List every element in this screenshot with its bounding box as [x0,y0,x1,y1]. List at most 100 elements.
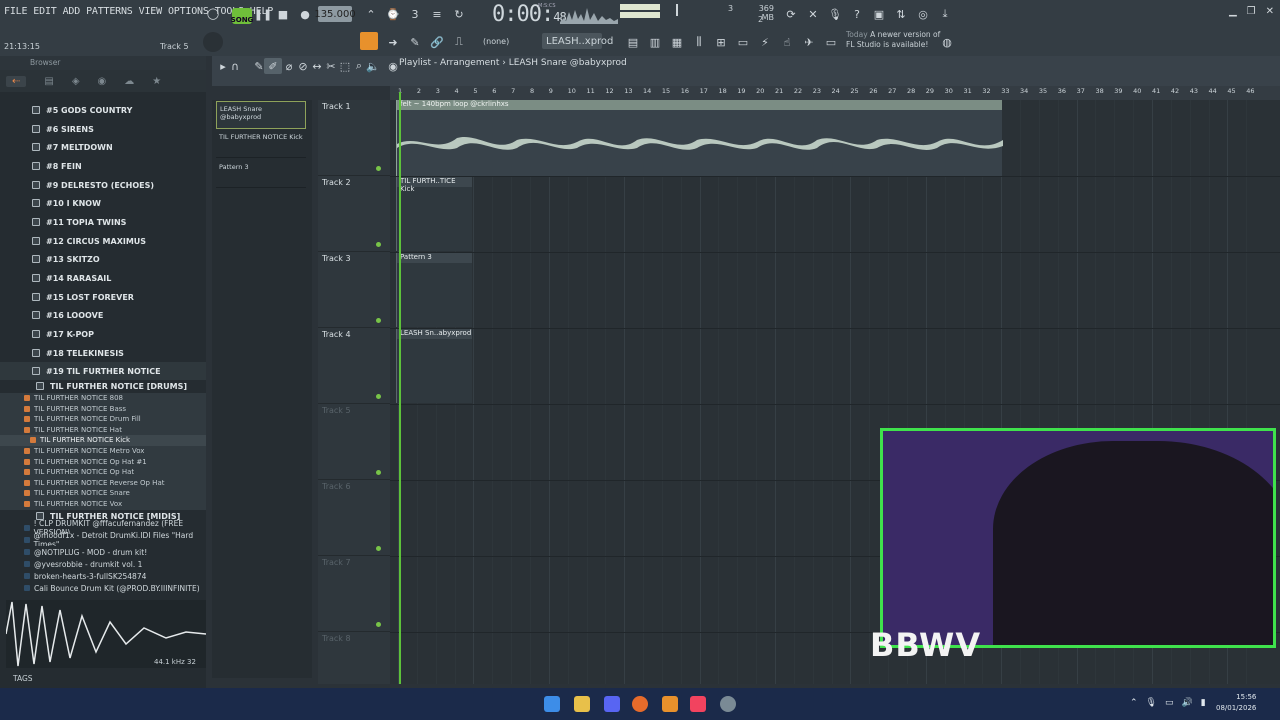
countdown-icon[interactable]: 3 [406,6,424,22]
tab-samples-icon[interactable]: ◉ [98,76,107,87]
browser-folder[interactable]: #10 I KNOW [0,194,206,212]
maximize-icon[interactable]: ❐ [1247,6,1256,17]
start-icon[interactable] [544,696,560,712]
browser-file[interactable]: TIL FURTHER NOTICE Vox [0,499,206,510]
browser-file[interactable]: TIL FURTHER NOTICE Metro Vox [0,446,206,457]
download-icon[interactable]: ⤓ [936,6,954,22]
browser-file-selected[interactable]: TIL FURTHER NOTICE Kick [0,435,206,446]
track-active-led[interactable] [376,470,381,475]
track-header[interactable]: Track 6 [318,480,390,556]
browser-file[interactable]: TIL FURTHER NOTICE 808 [0,393,206,404]
plugin-picker-icon[interactable]: ⚡ [756,34,774,50]
track-active-led[interactable] [376,394,381,399]
browser-file[interactable]: TIL FURTHER NOTICE Drum Fill [0,414,206,425]
browser-folder[interactable]: #14 RARASAIL [0,269,206,287]
track-active-led[interactable] [376,166,381,171]
playback-tool-icon[interactable]: 🔈 [364,58,382,74]
stamp-icon[interactable]: ⎍ [450,34,468,50]
battery-icon[interactable]: ▮ [1201,698,1206,708]
fl-studio-icon[interactable] [662,696,678,712]
stop-button[interactable]: ■ [274,6,292,22]
browser-pack[interactable]: Cali Bounce Drum Kit (@PROD.BY.IIINFINIT… [0,582,206,594]
tempo-display[interactable]: 135.000 [314,6,356,22]
pattern-clip[interactable]: Pattern 3 [396,253,472,327]
track-active-led[interactable] [376,546,381,551]
pattern-clip[interactable]: LEASH Sn..abyxprod [396,329,472,403]
browser-folder[interactable]: #16 LOOOVE [0,306,206,324]
track-header[interactable]: Track 3 [318,252,390,328]
record-button[interactable]: ● [296,6,314,22]
tags-label[interactable]: TAGS [13,674,33,683]
picker-pattern[interactable]: Pattern 3 [216,160,306,188]
browser-file[interactable]: TIL FURTHER NOTICE Reverse Op Hat [0,478,206,489]
pattern-selector[interactable]: LEASH..xprod [542,33,613,49]
plugin-icon[interactable]: ⊞ [712,34,730,50]
picker-pattern[interactable]: LEASH Snare @babyxprod [216,101,306,129]
tray-chevron-icon[interactable]: ⌃ [1130,698,1138,708]
magnet-icon[interactable]: ∩ [226,58,244,74]
track-header[interactable]: Track 5 [318,404,390,480]
browser-pack[interactable]: broken-hearts-3-fullSK254874 [0,570,206,582]
track-header[interactable]: Track 4 [318,328,390,404]
browser-folder[interactable]: #5 GODS COUNTRY [0,101,206,119]
volume-icon[interactable]: 🔊 [1182,698,1193,708]
browser-file[interactable]: TIL FURTHER NOTICE Bass [0,404,206,415]
track-active-led[interactable] [376,622,381,627]
picker-pattern[interactable]: TIL FURTHER NOTICE Kick [216,130,306,158]
settings-icon[interactable] [720,696,736,712]
hint-knob-icon[interactable]: ◯ [204,5,222,21]
browser-subfolder[interactable]: TIL FURTHER NOTICE [DRUMS] [0,380,206,392]
browser-folder[interactable]: #15 LOST FOREVER [0,288,206,306]
tab-favorites-icon[interactable]: ★ [152,76,161,87]
chat-icon[interactable]: ◎ [914,6,932,22]
panic-icon[interactable]: ✕ [804,6,822,22]
pencil-icon[interactable]: ✎ [406,34,424,50]
browser-folder[interactable]: #12 CIRCUS MAXIMUS [0,232,206,250]
menu-edit[interactable]: EDIT [33,6,56,17]
channel-rack-icon[interactable]: ▥ [646,34,664,50]
browser-file[interactable]: TIL FURTHER NOTICE Op Hat [0,467,206,478]
manual-icon[interactable]: ▭ [822,34,840,50]
browser-folder[interactable]: #9 DELRESTO (ECHOES) [0,176,206,194]
update-notice[interactable]: Today A newer version of FL Studio is av… [846,30,940,50]
mixer-icon[interactable]: ⫼ [690,34,708,50]
music-icon[interactable] [690,696,706,712]
mic-tray-icon[interactable]: 🎙 [1146,698,1157,708]
help-icon[interactable]: ? [848,6,866,22]
arrow-icon[interactable]: ➜ [384,34,402,50]
loop-record-icon[interactable]: ↻ [450,6,468,22]
blend-notes-icon[interactable]: ≡ [428,6,446,22]
track-active-led[interactable] [376,242,381,247]
close-icon[interactable]: ✕ [1266,6,1274,17]
browser-folder[interactable]: #17 K-POP [0,325,206,343]
browser-file[interactable]: TIL FURTHER NOTICE Snare [0,488,206,499]
playhead[interactable] [399,92,401,684]
firefox-icon[interactable] [632,696,648,712]
project-browser-icon[interactable]: ▭ [734,34,752,50]
update-icon[interactable]: ◍ [938,34,956,50]
browser-file[interactable]: TIL FURTHER NOTICE Hat [0,425,206,436]
discord-icon[interactable] [604,696,620,712]
browser-folder-open[interactable]: #19 TIL FURTHER NOTICE [0,362,206,380]
menu-add[interactable]: ADD [63,6,81,17]
shop-icon[interactable]: ✈ [800,34,818,50]
minimize-icon[interactable]: ▁ [1229,6,1237,17]
browser-folder[interactable]: #11 TOPIA TWINS [0,213,206,231]
tab-files-icon[interactable]: ▤ [44,76,53,87]
save-icon[interactable]: ▣ [870,6,888,22]
midi-icon[interactable]: ⇅ [892,6,910,22]
browser-folder[interactable]: #13 SKITZO [0,250,206,268]
refresh-icon[interactable]: ⟳ [782,6,800,22]
timeline-ruler[interactable]: 1 2 3 4 5 6 7 8 9 10 11 12 13 14 15 16 17 18 19 20 21 22 23 24 2… [390,86,1280,100]
tab-all-icon[interactable]: ⇠ [6,75,27,87]
pattern-clip[interactable]: TIL FURTH..TICE Kick [396,177,472,251]
browser-pack[interactable]: @moodf1x - Detroit DrumKi.IDI Files "Har… [0,531,206,549]
pause-button[interactable]: ❚❚ [254,6,272,22]
playlist-icon[interactable]: ▤ [624,34,642,50]
volume-slider[interactable] [676,4,678,16]
link-icon[interactable]: 🔗 [428,34,446,50]
piano-roll-icon[interactable] [360,32,378,50]
master-pitch-knob[interactable] [203,32,223,52]
browser-file[interactable]: TIL FURTHER NOTICE Op Hat #1 [0,457,206,468]
menu-file[interactable]: FILE [4,6,27,17]
